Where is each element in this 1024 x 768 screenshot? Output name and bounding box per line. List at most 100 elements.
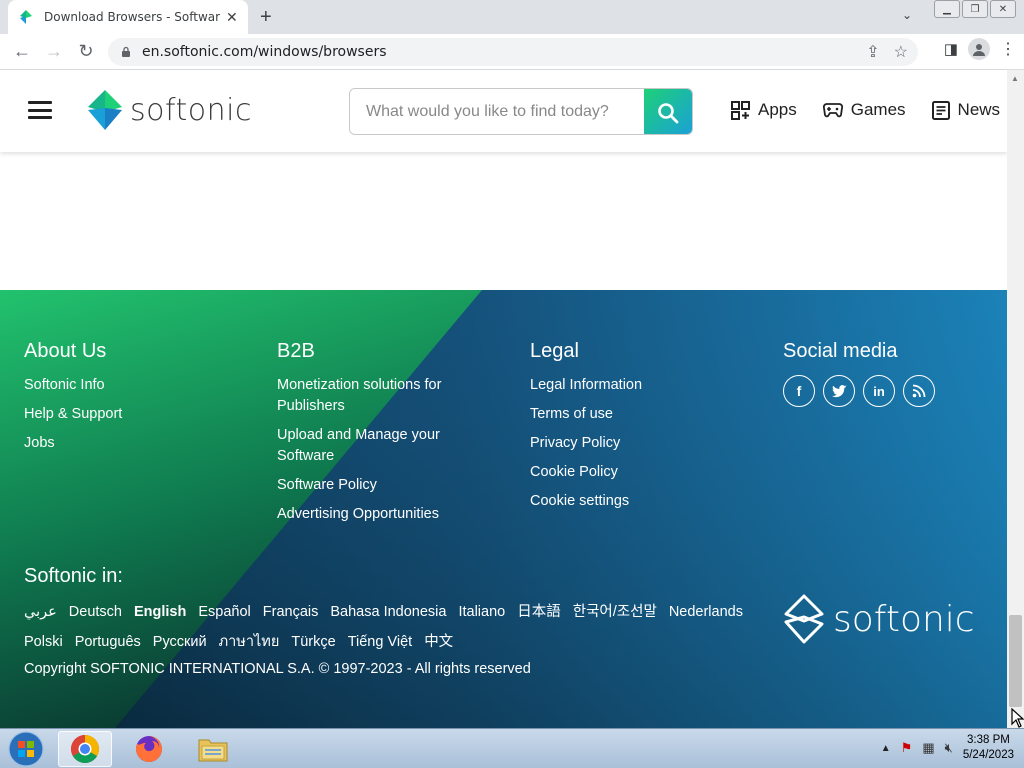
scroll-up-arrow-icon[interactable]: ▲	[1011, 74, 1019, 83]
action-center-flag-icon[interactable]: ⚑	[901, 740, 913, 756]
lang-italian[interactable]: Italiano	[458, 602, 505, 622]
forward-arrow-icon[interactable]: →	[38, 36, 70, 68]
link-softonic-info[interactable]: Softonic Info	[24, 375, 122, 396]
news-icon	[931, 100, 950, 120]
link-cookie-policy[interactable]: Cookie Policy	[530, 462, 642, 483]
profile-avatar-icon[interactable]	[968, 38, 990, 60]
lang-french[interactable]: Français	[263, 602, 319, 622]
start-button[interactable]	[6, 731, 46, 767]
header-nav: Apps Games News	[731, 100, 1000, 120]
lang-german[interactable]: Deutsch	[69, 602, 122, 622]
lang-turkish[interactable]: Türkçe	[291, 632, 335, 652]
menu-kebab-icon[interactable]: ⋮	[1000, 39, 1016, 59]
tab-search-chevron-icon[interactable]: ⌄	[902, 8, 912, 22]
footer-softonic-logo[interactable]: softonic	[783, 594, 975, 644]
link-privacy-policy[interactable]: Privacy Policy	[530, 433, 642, 454]
link-monetization[interactable]: Monetization solutions for Publishers	[277, 375, 477, 417]
lang-indonesian[interactable]: Bahasa Indonesia	[330, 602, 446, 622]
search-button[interactable]	[644, 89, 692, 134]
taskbar-file-explorer[interactable]	[186, 731, 240, 767]
nav-apps[interactable]: Apps	[731, 100, 797, 120]
site-footer: About Us Softonic Info Help & Support Jo…	[0, 290, 1007, 728]
language-list: عربي Deutsch English Español Français Ba…	[24, 602, 764, 652]
back-arrow-icon[interactable]: ←	[6, 36, 38, 68]
clock-time: 3:38 PM	[967, 734, 1010, 746]
lang-portuguese[interactable]: Português	[75, 632, 141, 652]
address-bar[interactable]: en.softonic.com/windows/browsers ⇪ ☆	[108, 38, 918, 66]
gamepad-icon	[822, 103, 843, 118]
page-scrollbar[interactable]: ▲ ▼	[1007, 70, 1024, 728]
taskbar-chrome[interactable]	[58, 731, 112, 767]
tray-expand-icon[interactable]: ▲	[881, 743, 891, 754]
lang-vietnamese[interactable]: Tiếng Việt	[348, 632, 413, 652]
close-window-button[interactable]: ✕	[990, 0, 1016, 18]
link-help-support[interactable]: Help & Support	[24, 404, 122, 425]
clock-date: 5/24/2023	[962, 749, 1014, 761]
nav-games-label: Games	[850, 100, 906, 119]
volume-muted-icon[interactable]: 🔇︎	[945, 740, 953, 756]
bookmark-star-icon[interactable]: ☆	[894, 42, 908, 62]
minimize-button[interactable]: ▁	[934, 0, 960, 18]
facebook-icon[interactable]: f	[783, 375, 815, 407]
lang-spanish[interactable]: Español	[198, 602, 250, 622]
tab-title: Download Browsers - Software f	[44, 10, 220, 24]
share-icon[interactable]: ⇪	[866, 42, 879, 62]
footer-about-column: About Us Softonic Info Help & Support Jo…	[24, 340, 122, 462]
chrome-icon	[71, 735, 99, 763]
link-legal-information[interactable]: Legal Information	[530, 375, 642, 396]
softonic-logo[interactable]: softonic	[88, 90, 252, 130]
lang-japanese[interactable]: 日本語	[517, 602, 561, 622]
nav-news[interactable]: News	[931, 100, 1000, 120]
lang-arabic[interactable]: عربي	[24, 602, 57, 622]
lang-chinese[interactable]: 中文	[424, 632, 453, 652]
footer-b2b-column: B2B Monetization solutions for Publisher…	[277, 340, 477, 533]
link-terms-of-use[interactable]: Terms of use	[530, 404, 642, 425]
site-header: softonic Apps Games News	[0, 70, 1007, 152]
tab-strip: Download Browsers - Software f ✕ + ⌄ ▁ ❐…	[0, 0, 1024, 34]
lang-dutch[interactable]: Nederlands	[669, 602, 743, 622]
link-software-policy[interactable]: Software Policy	[277, 475, 477, 496]
softonic-favicon-icon	[20, 10, 32, 24]
tab-close-icon[interactable]: ✕	[226, 9, 238, 26]
lang-russian[interactable]: Русский	[153, 632, 207, 652]
network-icon[interactable]: ▦	[922, 740, 934, 756]
lang-thai[interactable]: ภาษาไทย	[219, 632, 280, 652]
link-advertising[interactable]: Advertising Opportunities	[277, 504, 477, 525]
hamburger-menu-icon[interactable]	[28, 101, 52, 119]
lang-korean[interactable]: 한국어/조선말	[573, 602, 657, 622]
link-upload-software[interactable]: Upload and Manage your Software	[277, 425, 477, 467]
lang-english[interactable]: English	[134, 602, 186, 622]
lock-icon	[122, 46, 130, 57]
search-box	[349, 88, 693, 135]
lang-polish[interactable]: Polski	[24, 632, 63, 652]
taskbar-clock[interactable]: 3:38 PM 5/24/2023	[963, 733, 1014, 763]
search-icon	[658, 102, 679, 123]
rss-icon[interactable]	[903, 375, 935, 407]
copyright-text: Copyright SOFTONIC INTERNATIONAL S.A. © …	[24, 661, 531, 677]
mouse-cursor-icon	[1011, 708, 1024, 728]
linkedin-icon[interactable]: in	[863, 375, 895, 407]
side-panel-icon[interactable]: ◨	[944, 40, 958, 58]
link-jobs[interactable]: Jobs	[24, 433, 122, 454]
restore-button[interactable]: ❐	[962, 0, 988, 18]
link-cookie-settings[interactable]: Cookie settings	[530, 491, 642, 512]
scrollbar-thumb[interactable]	[1009, 615, 1022, 707]
taskbar-firefox[interactable]	[122, 731, 176, 767]
footer-social-column: Social media f in	[783, 340, 935, 407]
reload-icon[interactable]: ↻	[70, 36, 102, 68]
windows-logo-icon	[8, 731, 44, 767]
b2b-title: B2B	[277, 340, 315, 362]
browser-tab[interactable]: Download Browsers - Software f ✕	[8, 0, 248, 34]
nav-games[interactable]: Games	[822, 100, 906, 120]
footer-logo-text: softonic	[833, 598, 975, 640]
system-tray: ▲ ⚑ ▦ 🔇︎ 3:38 PM 5/24/2023	[881, 733, 1014, 763]
search-input[interactable]	[350, 89, 644, 134]
logo-text: softonic	[130, 92, 252, 128]
url-text: en.softonic.com/windows/browsers	[142, 44, 387, 60]
legal-title: Legal	[530, 340, 579, 362]
softonic-logo-icon	[88, 90, 122, 130]
nav-apps-label: Apps	[758, 100, 797, 119]
softonic-outline-logo-icon	[784, 594, 824, 644]
new-tab-button[interactable]: +	[260, 6, 272, 29]
twitter-icon[interactable]	[823, 375, 855, 407]
